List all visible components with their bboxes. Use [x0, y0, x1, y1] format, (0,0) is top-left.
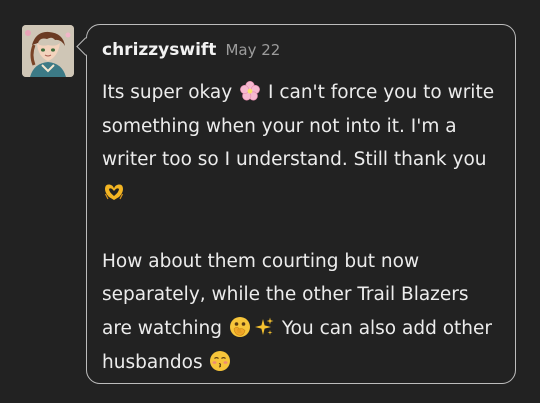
cherry-blossom-icon [239, 80, 261, 102]
message-body: Its super okay I can't force you to writ… [102, 76, 502, 379]
face-with-open-eyes-hand-over-mouth-icon [229, 316, 251, 338]
message-text: Its super okay [102, 82, 233, 103]
kissing-face-icon [209, 350, 231, 372]
message-screen: chrizzyswift May 22 Its super okay I can… [0, 0, 540, 403]
heart-hands-icon [103, 181, 125, 203]
sparkles-icon [253, 316, 275, 338]
message-date: May 22 [225, 41, 281, 59]
avatar[interactable] [22, 25, 74, 77]
message-paragraph-2: How about them courting but now separate… [102, 245, 502, 380]
message-paragraph-1: Its super okay I can't force you to writ… [102, 76, 502, 211]
message-header: chrizzyswift May 22 [102, 40, 280, 66]
username-link[interactable]: chrizzyswift [102, 40, 216, 60]
